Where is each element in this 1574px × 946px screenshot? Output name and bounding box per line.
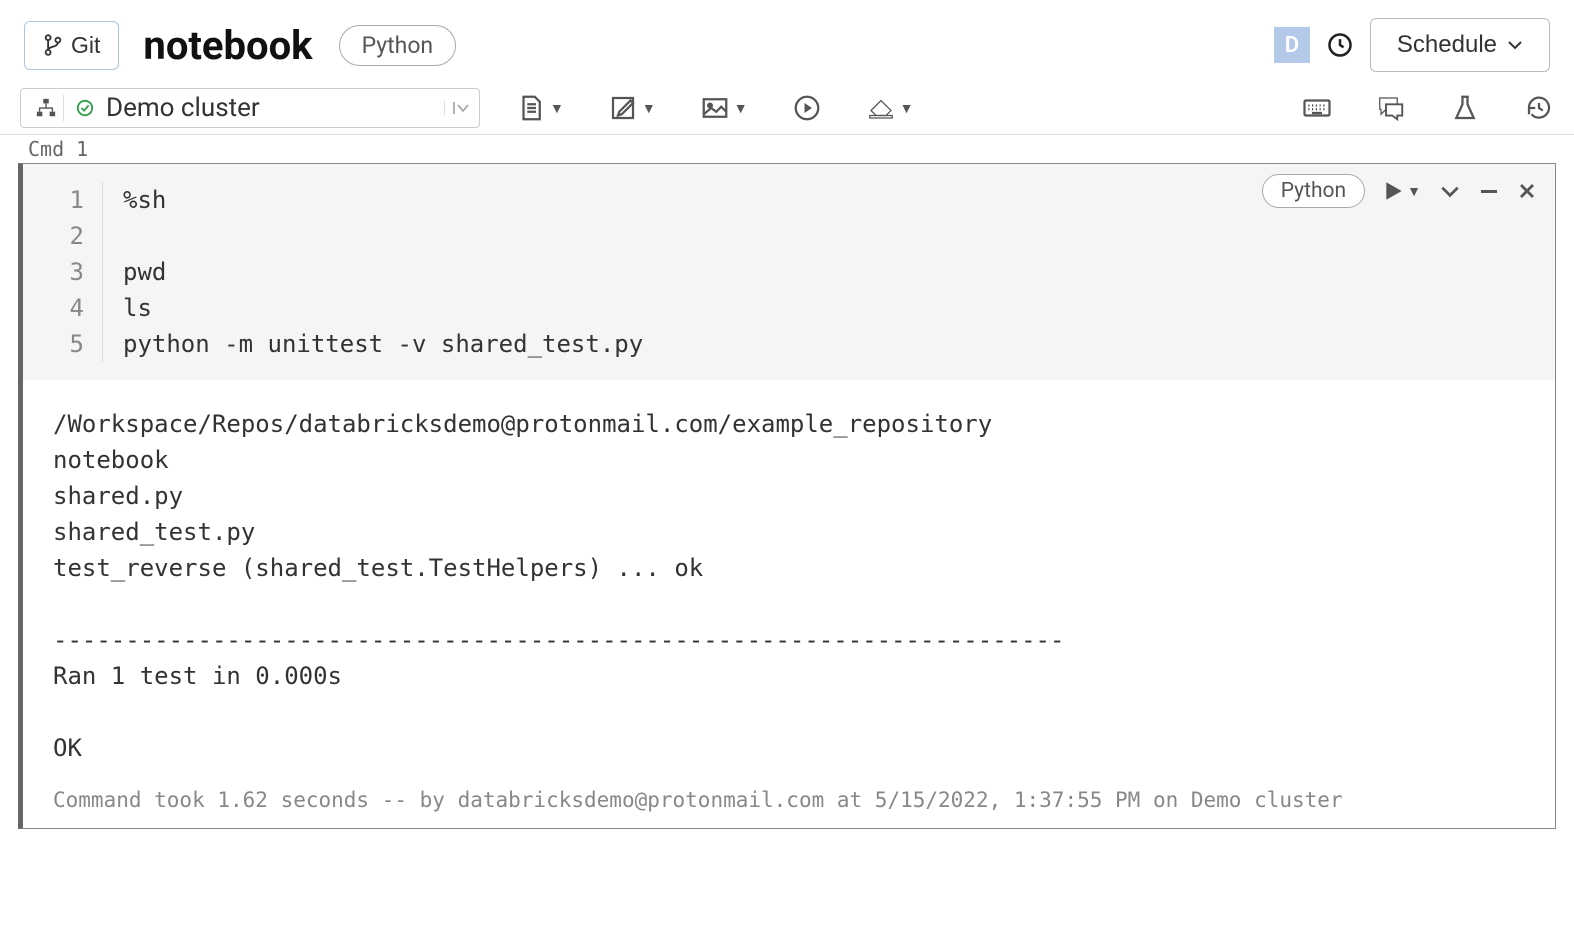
language-pill[interactable]: Python — [339, 25, 457, 66]
output-line: /Workspace/Repos/databricksdemo@protonma… — [53, 406, 1525, 442]
line-gutter: 1 2 3 4 5 — [23, 182, 103, 362]
output-line: Ran 1 test in 0.000s — [53, 658, 1525, 694]
output-line: OK — [53, 730, 1525, 766]
cell-language-pill[interactable]: Python — [1262, 174, 1365, 208]
schedule-label: Schedule — [1397, 31, 1497, 59]
toolbar-actions: ▼ ▼ ▼ ▼ — [516, 93, 913, 123]
chevron-down-icon — [1507, 40, 1523, 50]
code-line — [123, 218, 643, 254]
edit-menu[interactable]: ▼ — [608, 93, 656, 123]
header-right: D Schedule — [1274, 18, 1550, 72]
caret-down-icon: ▼ — [900, 100, 914, 117]
cell: 1 2 3 4 5 %sh pwdlspython -m unittest -v… — [18, 163, 1556, 829]
code-text[interactable]: %sh pwdlspython -m unittest -v shared_te… — [103, 182, 643, 362]
cluster-name: Demo cluster — [106, 93, 260, 123]
output-line: test_reverse (shared_test.TestHelpers) .… — [53, 550, 1525, 586]
sitemap-icon — [29, 95, 64, 121]
code-area[interactable]: 1 2 3 4 5 %sh pwdlspython -m unittest -v… — [23, 164, 1555, 380]
line-number: 5 — [23, 326, 84, 362]
clock-icon[interactable] — [1326, 31, 1354, 59]
output-area: /Workspace/Repos/databricksdemo@protonma… — [23, 380, 1555, 780]
schedule-button[interactable]: Schedule — [1370, 18, 1550, 72]
output-line: notebook — [53, 442, 1525, 478]
minimize-cell-button[interactable] — [1479, 188, 1499, 194]
keyboard-icon[interactable] — [1302, 93, 1332, 123]
run-all-button[interactable] — [792, 93, 822, 123]
output-line — [53, 694, 1525, 730]
delete-cell-button[interactable] — [1517, 181, 1537, 201]
code-line: %sh — [123, 182, 643, 218]
history-icon[interactable] — [1524, 93, 1554, 123]
notebook-title[interactable]: notebook — [143, 22, 312, 69]
code-line: pwd — [123, 254, 643, 290]
file-menu[interactable]: ▼ — [516, 93, 564, 123]
language-label: Python — [362, 32, 434, 59]
clear-menu[interactable]: ▼ — [866, 93, 914, 123]
cmd-label: Cmd 1 — [0, 135, 1574, 161]
collapse-cell-button[interactable] — [1439, 184, 1461, 198]
output-line — [53, 586, 1525, 622]
code-line: ls — [123, 290, 643, 326]
output-line: shared.py — [53, 478, 1525, 514]
header-bar: Git notebook Python D Schedule — [0, 0, 1574, 82]
line-number: 1 — [23, 182, 84, 218]
cell-controls: Python ▼ — [1262, 174, 1537, 208]
run-cell-button[interactable]: ▼ — [1383, 180, 1421, 202]
output-line: shared_test.py — [53, 514, 1525, 550]
caret-down-icon: ▼ — [1407, 183, 1421, 200]
line-number: 4 — [23, 290, 84, 326]
toolbar-right — [1302, 93, 1554, 123]
avatar[interactable]: D — [1274, 27, 1310, 63]
caret-down-icon: ▼ — [642, 100, 656, 117]
command-footer: Command took 1.62 seconds -- by databric… — [23, 780, 1555, 828]
experiments-icon[interactable] — [1450, 93, 1480, 123]
line-number: 3 — [23, 254, 84, 290]
cluster-selector[interactable]: Demo cluster — [20, 88, 480, 128]
git-button[interactable]: Git — [24, 21, 119, 70]
comments-icon[interactable] — [1376, 93, 1406, 123]
output-line: ----------------------------------------… — [53, 622, 1525, 658]
insert-menu[interactable]: ▼ — [700, 93, 748, 123]
toolbar: Demo cluster ▼ ▼ ▼ ▼ — [0, 82, 1574, 135]
status-ok-icon — [76, 99, 94, 117]
git-branch-icon — [43, 34, 63, 56]
line-number: 2 — [23, 218, 84, 254]
caret-down-icon: ▼ — [550, 100, 564, 117]
cluster-dropdown-icon[interactable] — [444, 101, 471, 115]
caret-down-icon: ▼ — [734, 100, 748, 117]
git-label: Git — [71, 32, 100, 59]
code-line: python -m unittest -v shared_test.py — [123, 326, 643, 362]
